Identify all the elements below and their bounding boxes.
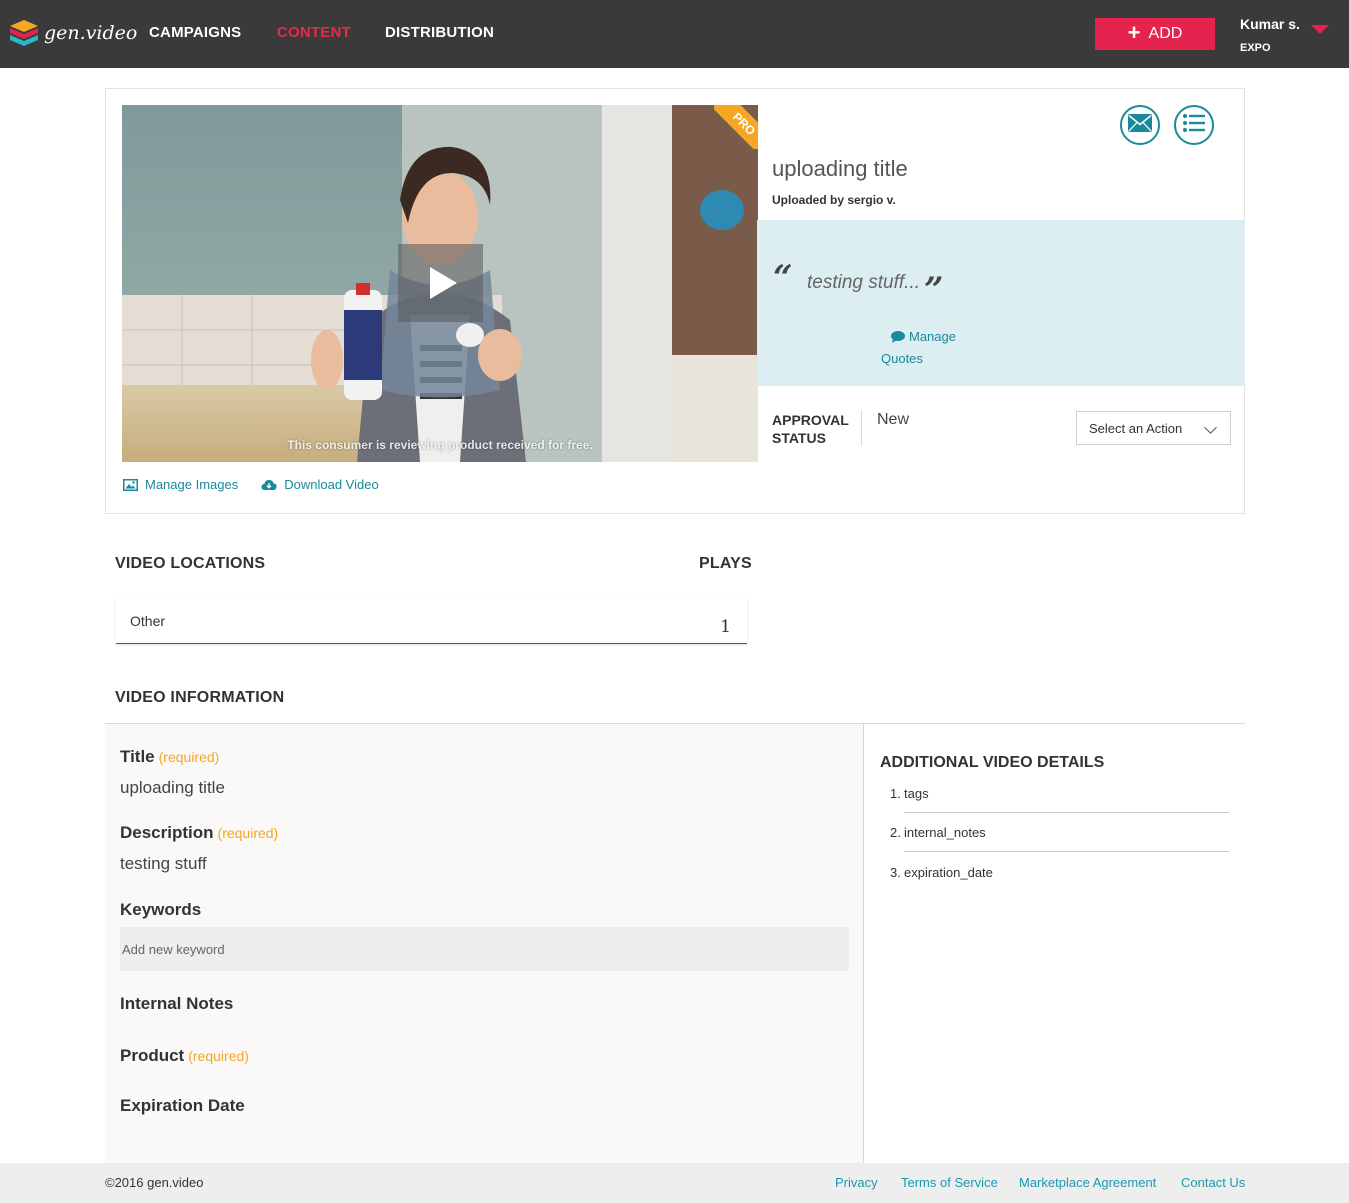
comment-icon xyxy=(891,329,905,349)
video-disclaimer: This consumer is reviewing product recei… xyxy=(287,438,593,452)
add-button-label: ADD xyxy=(1148,25,1183,42)
footer: ©2016 gen.video Privacy Terms of Service… xyxy=(0,1163,1349,1203)
plays-heading: PLAYS xyxy=(699,555,752,572)
play-icon xyxy=(430,267,457,299)
video-information-heading: VIDEO INFORMATION xyxy=(115,689,285,706)
expiration-date-label[interactable]: Expiration Date xyxy=(120,1096,245,1116)
chevron-down-icon xyxy=(1204,421,1217,434)
list-item[interactable]: 3. expiration_date xyxy=(890,865,1229,880)
uploaded-by: Uploaded by sergio v. xyxy=(772,193,896,207)
video-locations-heading: VIDEO LOCATIONS xyxy=(115,555,266,572)
user-name[interactable]: Kumar s. xyxy=(1240,16,1300,32)
title-value[interactable]: uploading title xyxy=(120,778,225,798)
cloud-download-icon xyxy=(261,479,277,491)
top-navigation-bar: gen.video CAMPAIGNS CONTENT DISTRIBUTION… xyxy=(0,0,1349,68)
logo[interactable]: gen.video xyxy=(10,20,137,46)
keyword-input[interactable] xyxy=(120,927,849,971)
description-label: Description (required) xyxy=(120,823,279,842)
divider xyxy=(904,812,1229,813)
select-action-dropdown[interactable]: Select an Action xyxy=(1076,411,1231,445)
list-item[interactable]: 2. internal_notes xyxy=(890,825,1229,840)
location-plays: 1 xyxy=(720,617,731,637)
table-row: Other 1 xyxy=(116,598,747,644)
open-quote-icon: “ xyxy=(773,258,793,298)
approval-status-label: APPROVAL STATUS xyxy=(772,412,849,446)
details-list-button[interactable] xyxy=(1174,105,1214,145)
pro-badge: PRO xyxy=(714,105,758,149)
keywords-label: Keywords xyxy=(120,900,202,919)
location-name: Other xyxy=(130,613,166,629)
video-card: This consumer is reviewing product recei… xyxy=(105,88,1245,514)
quote-panel: “ testing stuff... ” Manage Quotes xyxy=(757,220,1245,386)
plus-icon: + xyxy=(1127,20,1141,45)
required-marker: (required) xyxy=(158,749,220,765)
required-marker: (required) xyxy=(217,825,279,841)
download-video-link[interactable]: Download Video xyxy=(261,477,379,492)
media-links: Manage Images Download Video xyxy=(123,477,402,492)
terms-of-service-link[interactable]: Terms of Service xyxy=(901,1175,998,1190)
logo-text: gen.video xyxy=(44,22,138,44)
add-button[interactable]: + ADD xyxy=(1095,18,1215,50)
video-title: uploading title xyxy=(772,156,908,181)
list-item[interactable]: 1. tags xyxy=(890,786,1229,801)
nav-content[interactable]: CONTENT xyxy=(277,24,351,41)
logo-mark-icon xyxy=(10,20,38,46)
download-video-label: Download Video xyxy=(284,477,379,492)
description-value[interactable]: testing stuff xyxy=(120,854,207,874)
title-label: Title (required) xyxy=(120,747,220,766)
privacy-link[interactable]: Privacy xyxy=(835,1175,878,1190)
product-label[interactable]: Product (required) xyxy=(120,1046,249,1066)
pro-badge-label: PRO xyxy=(714,105,758,149)
marketplace-agreement-link[interactable]: Marketplace Agreement xyxy=(1019,1175,1156,1190)
approval-status-value: New xyxy=(877,411,910,428)
required-marker: (required) xyxy=(188,1048,249,1064)
image-icon xyxy=(123,478,138,491)
manage-images-label: Manage Images xyxy=(145,477,239,492)
copyright: ©2016 gen.video xyxy=(105,1175,204,1190)
nav-distribution[interactable]: DISTRIBUTION xyxy=(385,24,494,41)
divider xyxy=(904,851,1229,852)
video-player[interactable]: This consumer is reviewing product recei… xyxy=(122,105,758,462)
email-button[interactable] xyxy=(1120,105,1160,145)
contact-us-link[interactable]: Contact Us xyxy=(1181,1175,1245,1190)
envelope-icon xyxy=(1128,113,1152,137)
close-quote-icon: ” xyxy=(924,270,944,310)
caret-down-icon[interactable] xyxy=(1311,25,1329,34)
quote-text: testing stuff... xyxy=(807,272,920,293)
list-icon xyxy=(1183,113,1205,137)
video-information-form: Title (required) uploading title Descript… xyxy=(105,724,864,1163)
manage-images-link[interactable]: Manage Images xyxy=(123,477,238,492)
approval-divider xyxy=(861,410,862,446)
play-button[interactable] xyxy=(398,244,483,322)
select-action-label: Select an Action xyxy=(1089,420,1183,436)
internal-notes-label[interactable]: Internal Notes xyxy=(120,994,233,1014)
manage-quotes-link[interactable]: Manage Quotes xyxy=(881,327,971,369)
additional-details-heading: ADDITIONAL VIDEO DETAILS xyxy=(880,754,1105,771)
nav-campaigns[interactable]: CAMPAIGNS xyxy=(149,24,241,41)
user-organization: EXPO xyxy=(1240,42,1271,54)
